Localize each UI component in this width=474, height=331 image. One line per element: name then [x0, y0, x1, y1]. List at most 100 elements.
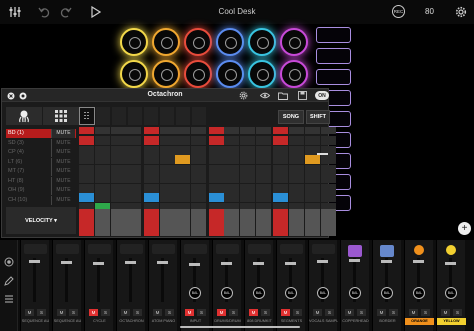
- step-cell[interactable]: [289, 155, 305, 164]
- channel-header[interactable]: [56, 244, 79, 254]
- launch-pad[interactable]: [120, 28, 148, 56]
- step-cell[interactable]: [79, 155, 94, 164]
- step-cell[interactable]: [305, 155, 320, 164]
- mute-button[interactable]: MUTE: [51, 186, 75, 195]
- step-cell[interactable]: [159, 183, 175, 193]
- pan-knob[interactable]: BAL: [413, 287, 425, 299]
- pattern-slot-1[interactable]: [79, 107, 95, 125]
- step-cell[interactable]: [224, 193, 240, 202]
- step-cell[interactable]: [273, 155, 289, 164]
- solo-button[interactable]: S: [389, 309, 398, 316]
- step-cell[interactable]: [320, 155, 336, 164]
- step-cell[interactable]: [256, 183, 271, 193]
- fader-handle[interactable]: [413, 260, 424, 263]
- step-cell[interactable]: [175, 155, 191, 164]
- step-cell[interactable]: [256, 145, 271, 155]
- step-cell[interactable]: [208, 136, 224, 145]
- velocity-bar[interactable]: [143, 209, 159, 236]
- mute-button[interactable]: M: [57, 309, 66, 316]
- step-cell[interactable]: [94, 164, 110, 174]
- step-cell[interactable]: [273, 145, 289, 155]
- step-cell[interactable]: [240, 174, 256, 183]
- solo-button[interactable]: S: [101, 309, 110, 316]
- step-cell[interactable]: [273, 174, 289, 183]
- panel-scrollbar[interactable]: [317, 153, 328, 155]
- track-row[interactable]: CP (4) MUTE: [6, 148, 76, 157]
- settings-gear-icon[interactable]: [238, 91, 248, 100]
- channel-header[interactable]: [120, 244, 143, 254]
- scene-launch-button[interactable]: [316, 69, 351, 85]
- mute-button[interactable]: MUTE: [51, 176, 75, 186]
- step-cell[interactable]: [191, 136, 207, 145]
- solo-button[interactable]: S: [37, 309, 46, 316]
- launch-pad[interactable]: [184, 28, 212, 56]
- step-cell[interactable]: [126, 155, 142, 164]
- step-cell[interactable]: [208, 145, 224, 155]
- mute-button[interactable]: M: [345, 309, 354, 316]
- step-cell[interactable]: [305, 174, 320, 183]
- pattern-slot-7[interactable]: [176, 107, 190, 125]
- step-cell[interactable]: [273, 164, 289, 174]
- step-cell[interactable]: [110, 155, 126, 164]
- track-row[interactable]: HT (8) MUTE: [6, 176, 76, 186]
- pencil-icon[interactable]: [3, 275, 15, 287]
- mute-button[interactable]: MUTE: [51, 157, 75, 167]
- channel-header[interactable]: [184, 244, 207, 254]
- step-cell[interactable]: [143, 164, 159, 174]
- scene-launch-button[interactable]: [316, 27, 351, 43]
- step-cell[interactable]: [256, 193, 271, 202]
- launch-pad[interactable]: [216, 28, 244, 56]
- track-row[interactable]: CH (10) MUTE: [6, 195, 76, 205]
- list-icon[interactable]: [3, 293, 15, 305]
- fader-handle[interactable]: [29, 260, 40, 263]
- step-cell[interactable]: [224, 155, 240, 164]
- fader-handle[interactable]: [317, 260, 328, 263]
- launch-pad[interactable]: [152, 28, 180, 56]
- launch-pad[interactable]: [248, 28, 276, 56]
- volume-fader[interactable]: [161, 258, 164, 302]
- step-cell[interactable]: [273, 136, 289, 145]
- step-cell[interactable]: [126, 193, 142, 202]
- fader-handle[interactable]: [221, 262, 232, 265]
- velocity-bar[interactable]: [305, 209, 320, 236]
- record-arm-icon[interactable]: [3, 256, 15, 268]
- fader-handle[interactable]: [189, 263, 200, 266]
- step-cell[interactable]: [305, 136, 320, 145]
- volume-fader[interactable]: [33, 258, 36, 302]
- step-cell[interactable]: [94, 174, 110, 183]
- channel-header[interactable]: [152, 244, 175, 254]
- pan-knob[interactable]: BAL: [253, 287, 265, 299]
- step-cell[interactable]: [273, 193, 289, 202]
- step-cell[interactable]: [79, 183, 94, 193]
- mute-button[interactable]: MUTE: [51, 129, 75, 138]
- step-cell[interactable]: [320, 136, 336, 145]
- track-color-icon[interactable]: [446, 245, 456, 255]
- mute-button[interactable]: M: [121, 309, 130, 316]
- solo-button[interactable]: S: [165, 309, 174, 316]
- launch-pad[interactable]: [152, 60, 180, 88]
- mixer-scrollbar[interactable]: [180, 326, 300, 328]
- track-row[interactable]: MT (7) MUTE: [6, 167, 76, 176]
- step-cell[interactable]: [110, 145, 126, 155]
- step-cell[interactable]: [320, 164, 336, 174]
- step-cell[interactable]: [305, 183, 320, 193]
- solo-button[interactable]: S: [421, 309, 430, 316]
- solo-button[interactable]: S: [69, 309, 78, 316]
- velocity-bar[interactable]: [289, 209, 305, 236]
- step-cell[interactable]: [175, 174, 191, 183]
- shift-button[interactable]: SHIFT: [306, 110, 330, 124]
- velocity-bar[interactable]: [159, 209, 175, 236]
- mute-button[interactable]: M: [249, 309, 258, 316]
- step-cell[interactable]: [289, 136, 305, 145]
- pan-knob[interactable]: BAL: [285, 287, 297, 299]
- velocity-bar[interactable]: [94, 209, 110, 236]
- velocity-selector[interactable]: VELOCITY ▾: [6, 207, 76, 234]
- step-cell[interactable]: [94, 183, 110, 193]
- velocity-bar[interactable]: [273, 209, 289, 236]
- pattern-slot-3[interactable]: [112, 107, 126, 125]
- settings-gear-icon[interactable]: [454, 5, 468, 19]
- volume-fader[interactable]: [129, 258, 132, 302]
- pattern-slot-5[interactable]: [144, 107, 158, 125]
- track-row[interactable]: SD (3) MUTE: [6, 138, 76, 148]
- step-cell[interactable]: [256, 164, 271, 174]
